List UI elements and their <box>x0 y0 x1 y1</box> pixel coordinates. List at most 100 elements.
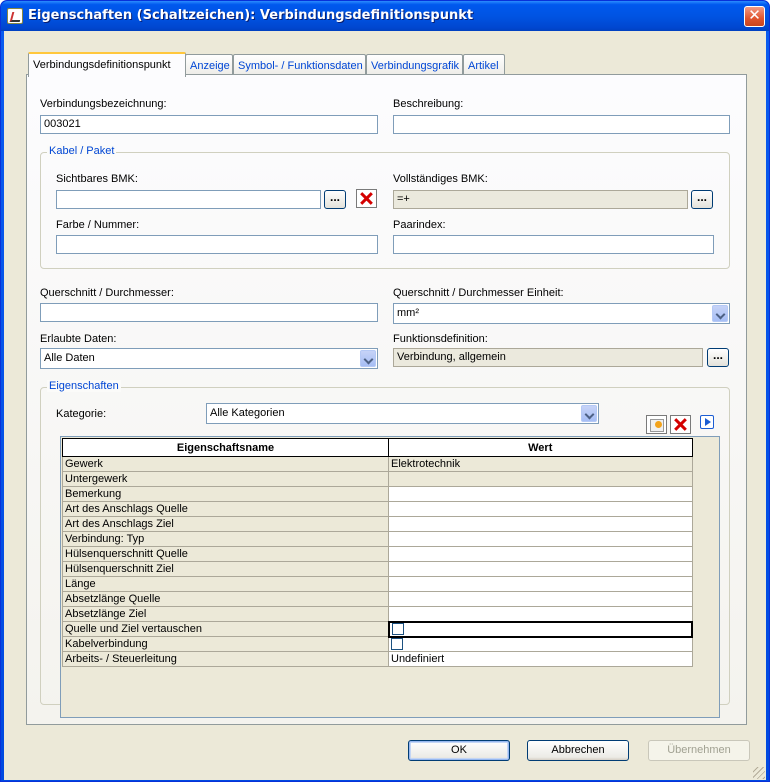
tab-verbindungsdefinitionspunkt[interactable]: Verbindungsdefinitionspunkt <box>28 52 186 77</box>
chevron-down-icon[interactable] <box>712 305 728 322</box>
property-value-cell[interactable] <box>388 486 693 502</box>
property-value-cell[interactable] <box>388 636 693 652</box>
tab-panel: Verbindungsbezeichnung: 003021 Beschreib… <box>26 74 747 725</box>
beschreibung-label: Beschreibung: <box>393 98 464 110</box>
kategorie-label: Kategorie: <box>56 408 107 420</box>
property-name-cell[interactable]: Kabelverbindung <box>62 636 389 652</box>
kategorie-value: Alle Kategorien <box>210 407 285 419</box>
table-row[interactable]: Verbindung: Typ <box>62 531 693 547</box>
sichtbares-bmk-input[interactable] <box>56 190 321 209</box>
table-row[interactable]: Länge <box>62 576 693 592</box>
table-row[interactable]: Hülsenquerschnitt Quelle <box>62 546 693 562</box>
property-name-cell[interactable]: Hülsenquerschnitt Quelle <box>62 546 389 562</box>
delete-icon <box>674 418 687 431</box>
querschnitt-einheit-select[interactable]: mm² <box>393 303 730 324</box>
property-value-cell[interactable]: Elektrotechnik <box>388 456 693 472</box>
tab-anzeige[interactable]: Anzeige <box>185 54 233 76</box>
querschnitt-label: Querschnitt / Durchmesser: <box>40 287 174 299</box>
property-value-cell[interactable] <box>388 546 693 562</box>
properties-grid: Eigenschaftsname Wert Gewerk Elektrotechn… <box>60 436 720 718</box>
column-header-value[interactable]: Wert <box>388 438 693 457</box>
funktionsdefinition-label: Funktionsdefinition: <box>393 333 488 345</box>
dialog-window: Eigenschaften (Schaltzeichen): Verbindun… <box>0 0 770 782</box>
table-row[interactable]: Absetzlänge Quelle <box>62 591 693 607</box>
vollstaendiges-bmk-browse-button[interactable]: ... <box>691 190 713 209</box>
column-header-name[interactable]: Eigenschaftsname <box>62 438 389 457</box>
dialog-client: Verbindungsdefinitionspunkt Anzeige Symb… <box>4 31 766 780</box>
beschreibung-input[interactable] <box>393 115 730 134</box>
table-row[interactable]: Quelle und Ziel vertauschen <box>62 620 693 638</box>
delete-icon <box>360 192 373 205</box>
table-row[interactable]: Hülsenquerschnitt Ziel <box>62 561 693 577</box>
checkbox[interactable] <box>391 638 403 651</box>
sichtbares-bmk-browse-button[interactable]: ... <box>324 190 346 209</box>
property-name-cell[interactable]: Gewerk <box>62 456 389 472</box>
querschnitt-einheit-value: mm² <box>397 307 419 319</box>
cancel-button[interactable]: Abbrechen <box>527 740 629 761</box>
erlaubte-daten-select[interactable]: Alle Daten <box>40 348 378 369</box>
property-name-cell[interactable]: Arbeits- / Steuerleitung <box>62 651 389 667</box>
table-row[interactable]: Art des Anschlags Ziel <box>62 516 693 532</box>
play-icon[interactable] <box>700 415 714 429</box>
table-row[interactable]: Untergewerk <box>62 471 693 487</box>
properties-table-body: Gewerk Elektrotechnik Untergewerk Bemerkung… <box>62 456 693 667</box>
ok-button[interactable]: OK <box>408 740 510 761</box>
vollstaendiges-bmk-input[interactable]: =+ <box>393 190 688 209</box>
tab-verbindungsgrafik[interactable]: Verbindungsgrafik <box>366 54 463 76</box>
erlaubte-daten-label: Erlaubte Daten: <box>40 333 117 345</box>
tab-symbol-funktionsdaten[interactable]: Symbol- / Funktionsdaten <box>233 54 366 76</box>
new-property-icon[interactable] <box>646 415 667 434</box>
property-value-cell[interactable] <box>387 620 693 638</box>
property-value-cell[interactable] <box>388 501 693 517</box>
property-value-cell[interactable] <box>388 531 693 547</box>
tab-artikel[interactable]: Artikel <box>463 54 505 76</box>
title-bar[interactable]: Eigenschaften (Schaltzeichen): Verbindun… <box>1 1 769 31</box>
funktionsdefinition-browse-button[interactable]: ... <box>707 348 729 367</box>
property-name-cell[interactable]: Absetzlänge Ziel <box>62 606 389 622</box>
property-value-cell[interactable] <box>388 516 693 532</box>
paarindex-input[interactable] <box>393 235 714 254</box>
property-value-cell[interactable] <box>388 576 693 592</box>
delete-property-button[interactable] <box>670 415 691 434</box>
checkbox[interactable] <box>391 623 404 636</box>
close-button[interactable]: ✕ <box>744 6 765 27</box>
kategorie-select[interactable]: Alle Kategorien <box>206 403 599 424</box>
property-value-cell[interactable] <box>388 606 693 622</box>
farbe-nummer-input[interactable] <box>56 235 378 254</box>
property-value-cell[interactable] <box>388 561 693 577</box>
table-row[interactable]: Art des Anschlags Quelle <box>62 501 693 517</box>
property-name-cell[interactable]: Untergewerk <box>62 471 389 487</box>
sichtbares-bmk-label: Sichtbares BMK: <box>56 173 138 185</box>
property-value-cell[interactable]: Undefiniert <box>388 651 693 667</box>
table-row[interactable]: Kabelverbindung <box>62 636 693 652</box>
property-name-cell[interactable]: Hülsenquerschnitt Ziel <box>62 561 389 577</box>
properties-table: Eigenschaftsname Wert Gewerk Elektrotechn… <box>62 438 693 667</box>
property-name-cell[interactable]: Bemerkung <box>62 486 389 502</box>
property-name-cell[interactable]: Absetzlänge Quelle <box>62 591 389 607</box>
apply-button[interactable]: Übernehmen <box>648 740 750 761</box>
sichtbares-bmk-clear-button[interactable] <box>356 189 377 208</box>
table-row[interactable]: Bemerkung <box>62 486 693 502</box>
property-value-cell[interactable] <box>388 591 693 607</box>
property-name-cell[interactable]: Art des Anschlags Ziel <box>62 516 389 532</box>
eigenschaften-legend: Eigenschaften <box>47 380 121 392</box>
property-name-cell[interactable]: Verbindung: Typ <box>62 531 389 547</box>
chevron-down-icon[interactable] <box>581 405 597 422</box>
table-row[interactable]: Gewerk Elektrotechnik <box>62 456 693 472</box>
app-icon <box>7 8 23 24</box>
funktionsdefinition-input[interactable]: Verbindung, allgemein <box>393 348 703 367</box>
table-row[interactable]: Absetzlänge Ziel <box>62 606 693 622</box>
resize-grip[interactable] <box>753 767 765 779</box>
erlaubte-daten-value: Alle Daten <box>44 352 95 364</box>
property-name-cell[interactable]: Quelle und Ziel vertauschen <box>62 621 389 637</box>
chevron-down-icon[interactable] <box>360 350 376 367</box>
verbindungsbezeichnung-input[interactable]: 003021 <box>40 115 378 134</box>
kabel-paket-legend: Kabel / Paket <box>47 145 117 157</box>
property-name-cell[interactable]: Art des Anschlags Quelle <box>62 501 389 517</box>
paarindex-label: Paarindex: <box>393 219 446 231</box>
property-name-cell[interactable]: Länge <box>62 576 389 592</box>
table-row[interactable]: Arbeits- / Steuerleitung Undefiniert <box>62 651 693 667</box>
property-value-cell[interactable] <box>388 471 693 487</box>
querschnitt-einheit-label: Querschnitt / Durchmesser Einheit: <box>393 287 564 299</box>
querschnitt-input[interactable] <box>40 303 378 322</box>
